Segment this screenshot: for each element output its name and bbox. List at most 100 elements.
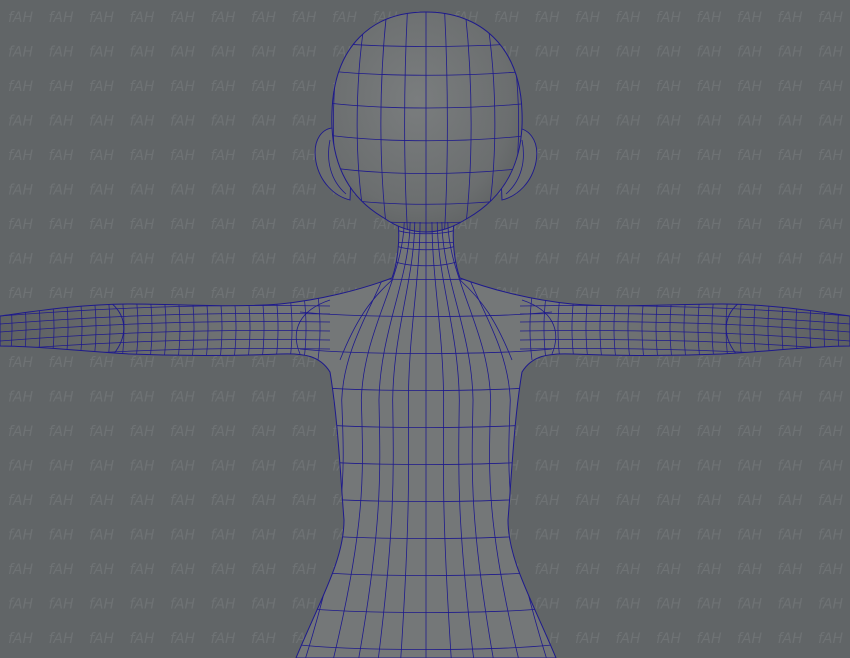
watermark-text: fAH [575,562,601,578]
watermark-text: fAH [130,493,156,509]
watermark-text: fAH [656,252,682,268]
watermark-text: fAH [211,79,237,95]
watermark-text: fAH [49,390,75,406]
watermark-text: fAH [49,79,75,95]
watermark-text: fAH [130,252,156,268]
watermark-text: fAH [778,355,804,371]
watermark-text: fAH [89,10,115,26]
watermark-text: fAH [49,217,75,233]
watermark-text: fAH [211,562,237,578]
watermark-text: fAH [778,390,804,406]
watermark-text: fAH [535,390,561,406]
watermark-text: fAH [454,252,480,268]
watermark-text: fAH [818,252,844,268]
watermark-text: fAH [737,493,763,509]
watermark-text: fAH [616,10,642,26]
watermark-text: fAH [818,79,844,95]
watermark-text: fAH [130,45,156,61]
watermark-text: fAH [778,562,804,578]
watermark-text: fAH [89,114,115,130]
watermark-text: fAH [697,79,723,95]
watermark-text: fAH [616,562,642,578]
watermark-text: fAH [89,286,115,302]
watermark-text: fAH [170,286,196,302]
watermark-text: fAH [697,390,723,406]
watermark-text: fAH [49,493,75,509]
watermark-text: fAH [778,252,804,268]
character-model[interactable] [0,0,850,658]
watermark-text: fAH [8,286,34,302]
watermark-text: fAH [656,10,682,26]
watermark-text: fAH [89,45,115,61]
watermark-text: fAH [535,528,561,544]
body-mesh[interactable] [0,221,850,658]
watermark-text: fAH [251,183,277,199]
watermark-text: fAH [575,493,601,509]
watermark-text: fAH [818,45,844,61]
watermark-text: fAH [8,424,34,440]
viewport-canvas[interactable]: fAH fAH fAH fAH fAH fAH fAH fAH fAH fAH fAH fAH fAH f… [0,0,850,658]
watermark-text: fAH [575,286,601,302]
watermark-text: fAH [575,390,601,406]
watermark-text: fAH [89,217,115,233]
watermark-text: fAH [697,45,723,61]
watermark-text: fAH [8,217,34,233]
watermark-text: fAH [778,424,804,440]
watermark-text: fAH [616,286,642,302]
watermark-text: fAH [49,10,75,26]
watermark-text: fAH [697,217,723,233]
watermark-text: fAH [778,79,804,95]
watermark-text: fAH [575,424,601,440]
watermark-text: fAH [292,79,318,95]
watermark-text: fAH [535,217,561,233]
watermark-text: fAH [616,597,642,613]
watermark-text: fAH [211,528,237,544]
watermark-text: fAH [292,390,318,406]
watermark-text: fAH [211,390,237,406]
watermark-text: fAH [616,390,642,406]
watermark-text: fAH [89,562,115,578]
watermark-text: fAH [130,217,156,233]
watermark-text: fAH [130,183,156,199]
watermark-text: fAH [737,252,763,268]
viewport-3d[interactable]: fAH fAH fAH fAH fAH fAH fAH fAH fAH fAH fAH fAH fAH f… [0,0,850,658]
watermark-text: fAH [251,562,277,578]
watermark-text: fAH [130,562,156,578]
watermark-text: fAH [737,286,763,302]
watermark-text: fAH [656,493,682,509]
watermark-text: fAH [535,562,561,578]
watermark-text: fAH [575,631,601,647]
watermark-text: fAH [535,148,561,164]
watermark-text: fAH [575,459,601,475]
watermark-text: fAH [575,114,601,130]
watermark-text: fAH [211,597,237,613]
watermark-text: fAH [251,217,277,233]
watermark-text: fAH [737,459,763,475]
watermark-text: fAH [697,355,723,371]
watermark-text: fAH [778,45,804,61]
watermark-text: fAH [251,528,277,544]
watermark-text: fAH [616,183,642,199]
watermark-text: fAH [49,148,75,164]
watermark-text: fAH [49,286,75,302]
watermark-text: fAH [737,631,763,647]
watermark-text: fAH [8,183,34,199]
watermark-text: fAH [292,528,318,544]
watermark-text: fAH [737,148,763,164]
watermark-text: fAH [251,252,277,268]
watermark-text: fAH [697,424,723,440]
watermark-text: fAH [251,148,277,164]
watermark-text: fAH [8,631,34,647]
watermark-text: fAH [494,217,520,233]
watermark-text: fAH [292,114,318,130]
watermark-text: fAH [535,183,561,199]
watermark-text: fAH [170,355,196,371]
watermark-text: fAH [616,424,642,440]
watermark-text: fAH [211,459,237,475]
watermark-text: fAH [211,424,237,440]
watermark-text: fAH [49,631,75,647]
watermark-text: fAH [170,459,196,475]
watermark-text: fAH [8,528,34,544]
watermark-text: fAH [292,45,318,61]
watermark-text: fAH [535,114,561,130]
